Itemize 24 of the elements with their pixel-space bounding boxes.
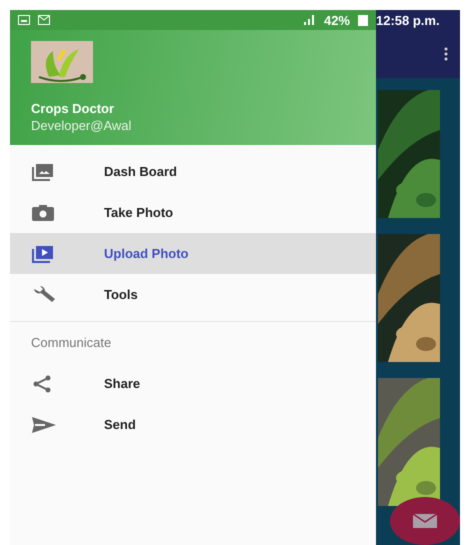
section-title: Communicate xyxy=(30,334,112,352)
battery-level: 42% xyxy=(324,12,350,28)
menu-item[interactable]: Tools xyxy=(10,274,376,315)
mail-icon xyxy=(38,15,50,25)
clock-time: 12:58 p.m. xyxy=(376,12,440,28)
menu-item[interactable]: Send xyxy=(10,404,376,445)
menu-item[interactable]: Dash Board xyxy=(10,151,376,192)
user-name: Developer@Awal xyxy=(31,118,132,133)
app-title: Crops Doctor xyxy=(31,101,116,116)
wrench-icon xyxy=(32,286,56,304)
send-icon xyxy=(32,416,56,432)
image-icon xyxy=(18,15,30,25)
share-icon xyxy=(32,374,52,392)
app-logo-icon xyxy=(31,41,93,83)
mail-icon xyxy=(413,514,437,528)
more-icon[interactable] xyxy=(444,47,448,61)
gallery-icon xyxy=(32,162,54,180)
menu-item[interactable]: Share xyxy=(10,363,376,404)
menu-item[interactable]: Take Photo xyxy=(10,192,376,233)
signal-icon xyxy=(302,15,316,25)
battery-icon xyxy=(358,14,368,26)
video-library-icon xyxy=(32,244,54,262)
camera-icon xyxy=(32,204,54,220)
menu-item[interactable]: Upload Photo xyxy=(10,233,376,274)
